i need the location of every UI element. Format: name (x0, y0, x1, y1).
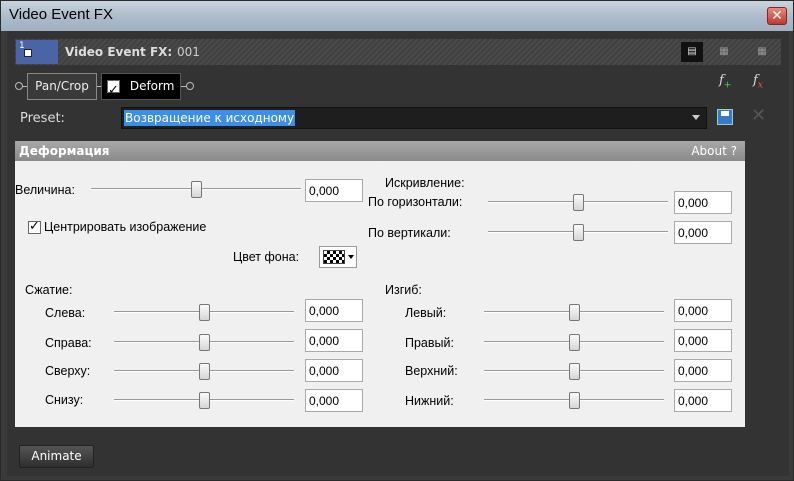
event-thumbnail: 1 (16, 40, 58, 64)
preset-value: Возвращение к исходному (124, 110, 296, 126)
squeeze-title: Сжатие: (25, 283, 73, 297)
deform-label: Deform (129, 79, 175, 93)
bend-top-slider[interactable] (484, 362, 664, 380)
bend-left-label: Левый: (405, 306, 447, 320)
slider-thumb[interactable] (569, 334, 580, 351)
skew-title: Искривление: (385, 176, 465, 190)
title-bar: Video Event FX ✕ (1, 1, 793, 31)
event-number: 001 (177, 45, 200, 59)
panel-title: Деформация (19, 144, 110, 158)
center-image-checkbox[interactable] (28, 219, 41, 234)
deform-button[interactable]: Deform (101, 73, 181, 103)
skew-horizontal-slider[interactable] (488, 193, 668, 211)
bg-color-picker[interactable] (319, 246, 357, 268)
squeeze-left-label: Слева: (45, 306, 86, 320)
add-fx-icon[interactable]: f+ (719, 73, 739, 93)
window-title: Video Event FX (9, 6, 113, 23)
squeeze-top-slider[interactable] (114, 362, 294, 380)
slider-thumb[interactable] (573, 224, 584, 241)
animate-button[interactable]: Animate (19, 445, 94, 468)
squeeze-right-input[interactable]: 0,000 (305, 329, 363, 352)
skew-horizontal-label: По горизонтали: (368, 195, 463, 209)
squeeze-right-label: Справа: (45, 336, 92, 350)
bend-title: Изгиб: (385, 283, 422, 297)
bg-color-label: Цвет фона: (233, 250, 300, 264)
slider-thumb[interactable] (569, 304, 580, 321)
skew-vertical-label: По вертикали: (368, 226, 451, 240)
deform-checkbox[interactable] (107, 78, 120, 103)
video-event-fx-window: Video Event FX ✕ 1 Video Event FX: 001 ▤… (0, 0, 794, 481)
squeeze-right-slider[interactable] (114, 333, 294, 351)
checker-icon (323, 250, 345, 264)
squeeze-bottom-label: Снизу: (45, 393, 84, 407)
view-grid-icon[interactable]: ▦ (713, 42, 735, 62)
squeeze-top-label: Сверху: (45, 364, 91, 378)
view-single-icon[interactable]: ▤ (681, 42, 703, 62)
bend-bottom-slider[interactable] (484, 391, 664, 409)
chain-end-dot (186, 82, 194, 90)
skew-vertical-slider[interactable] (488, 223, 668, 241)
slider-thumb[interactable] (199, 363, 210, 380)
amount-slider[interactable] (91, 180, 301, 198)
squeeze-bottom-input[interactable]: 0,000 (305, 389, 363, 412)
save-preset-icon[interactable] (717, 109, 733, 125)
slider-thumb[interactable] (199, 334, 210, 351)
fx-header-bar: 1 Video Event FX: 001 ▤ ▦ ▦ (15, 39, 781, 65)
amount-input[interactable]: 0,000 (305, 179, 363, 202)
slider-thumb[interactable] (573, 194, 584, 211)
bend-top-label: Верхний: (405, 364, 458, 378)
panel-header: Деформация About ? (15, 141, 745, 161)
bend-left-input[interactable]: 0,000 (674, 299, 732, 322)
bend-left-slider[interactable] (484, 303, 664, 321)
bend-bottom-label: Нижний: (405, 394, 454, 408)
about-button[interactable]: About ? (691, 144, 737, 158)
slider-thumb[interactable] (569, 392, 580, 409)
remove-fx-icon[interactable]: fx (753, 73, 773, 93)
amount-label: Величина: (15, 183, 75, 197)
center-image-label: Центрировать изображение (44, 220, 207, 234)
slider-thumb[interactable] (199, 392, 210, 409)
squeeze-left-input[interactable]: 0,000 (305, 299, 363, 322)
slider-thumb[interactable] (199, 304, 210, 321)
chevron-down-icon[interactable] (692, 115, 700, 120)
bend-bottom-input[interactable]: 0,000 (674, 389, 732, 412)
pan-crop-button[interactable]: Pan/Crop (27, 73, 97, 100)
skew-vertical-input[interactable]: 0,000 (674, 221, 732, 244)
bend-right-label: Правый: (405, 336, 454, 350)
deform-panel: Деформация About ? Величина: 0,000 Центр… (15, 141, 745, 427)
preset-label: Preset: (20, 111, 65, 126)
slider-thumb[interactable] (191, 181, 202, 198)
fx-content: 1 Video Event FX: 001 ▤ ▦ ▦ Pan/Crop Def… (7, 31, 789, 476)
close-button[interactable]: ✕ (767, 7, 787, 25)
slider-thumb[interactable] (569, 363, 580, 380)
film-icon (24, 49, 32, 57)
bend-top-input[interactable]: 0,000 (674, 359, 732, 382)
bend-right-input[interactable]: 0,000 (674, 329, 732, 352)
preset-dropdown[interactable]: Возвращение к исходному (121, 107, 707, 129)
delete-preset-icon[interactable]: ✕ (751, 105, 766, 126)
squeeze-bottom-slider[interactable] (114, 391, 294, 409)
header-title: Video Event FX: (65, 45, 173, 59)
bend-right-slider[interactable] (484, 333, 664, 351)
squeeze-left-slider[interactable] (114, 303, 294, 321)
view-grid-large-icon[interactable]: ▦ (751, 42, 773, 62)
squeeze-top-input[interactable]: 0,000 (305, 359, 363, 382)
chevron-down-icon (348, 255, 354, 259)
skew-horizontal-input[interactable]: 0,000 (674, 191, 732, 214)
